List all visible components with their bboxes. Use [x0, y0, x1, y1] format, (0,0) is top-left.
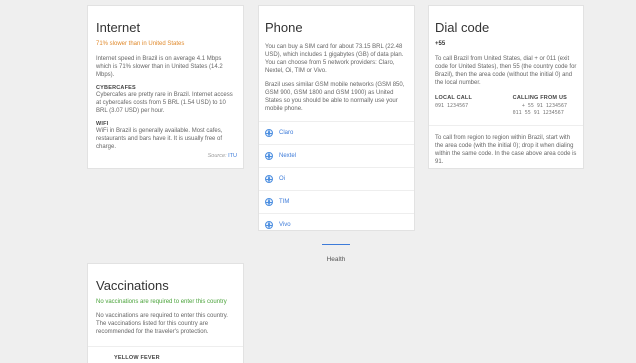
cybercafes-text: Cybercafes are pretty rare in Brazil. In…: [96, 92, 233, 114]
provider-nextel[interactable]: Nextel: [259, 144, 414, 167]
provider-name: TIM: [279, 199, 290, 205]
divider: [429, 125, 583, 126]
active-tab-indicator: [322, 244, 350, 245]
dial-examples: LOCAL CALL 091 1234567 CALLING FROM US +…: [435, 95, 577, 117]
vaccinations-text: No vaccinations are required to enter th…: [96, 313, 228, 335]
tab-health-label: Health: [326, 256, 346, 263]
country-dial-code: +55: [435, 41, 446, 47]
calling-from-us-number-1: + 55 91 1234567: [521, 103, 567, 109]
local-call-label: LOCAL CALL: [435, 95, 473, 101]
source-note: Source: ITU: [208, 153, 237, 159]
provider-name: Claro: [279, 130, 294, 136]
internet-title: Internet: [96, 20, 141, 35]
phone-card: Phone You can buy a SIM card for about 7…: [258, 5, 415, 231]
local-call-number: 091 1234567: [435, 103, 469, 109]
divider: [88, 346, 243, 347]
region-dial-instructions: To call from region to region within Bra…: [435, 135, 577, 165]
provider-name: Vivo: [279, 222, 291, 228]
vaccinations-requirement: No vaccinations are required to enter th…: [96, 299, 227, 305]
wifi-text: WiFi in Brazil is generally available. M…: [96, 128, 223, 150]
phone-gsm-text: Brazil uses similar GSM mobile networks …: [265, 82, 405, 112]
source-prefix: Source:: [207, 153, 227, 159]
provider-name: Nextel: [279, 153, 297, 159]
calling-from-us-label: CALLING FROM US: [512, 95, 567, 101]
provider-tim[interactable]: TIM: [259, 190, 414, 213]
phone-title: Phone: [265, 20, 303, 35]
globe-icon: [265, 198, 273, 206]
dial-code-title: Dial code: [435, 20, 490, 35]
provider-claro[interactable]: Claro: [259, 121, 414, 144]
provider-name: Oi: [279, 176, 285, 182]
source-link-itu[interactable]: ITU: [228, 153, 237, 159]
dial-instructions: To call Brazil from United States, dial …: [435, 56, 577, 86]
calling-from-us-column: CALLING FROM US + 55 91 1234567 011 55 9…: [513, 95, 567, 117]
globe-icon: [265, 221, 273, 229]
local-call-column: LOCAL CALL 091 1234567: [435, 95, 472, 117]
vaccinations-title: Vaccinations: [96, 278, 169, 293]
internet-speed-comparison: 71% slower than in United States: [96, 41, 185, 47]
yellow-fever-label[interactable]: YELLOW FEVER: [96, 355, 235, 361]
internet-card: Internet 71% slower than in United State…: [87, 5, 244, 169]
dial-code-card: Dial code +55 To call Brazil from United…: [428, 5, 584, 169]
globe-icon: [265, 152, 273, 160]
internet-speed-text: Internet speed in Brazil is on average 4…: [96, 56, 223, 78]
provider-oi[interactable]: Oi: [259, 167, 414, 190]
provider-list: Claro Nextel Oi TIM Vivo: [259, 121, 414, 236]
tab-health[interactable]: Health: [322, 244, 350, 266]
calling-from-us-number-2: 011 55 91 1234567: [512, 110, 564, 116]
phone-sim-text: You can buy a SIM card for about 73.15 B…: [265, 44, 404, 74]
globe-icon: [265, 175, 273, 183]
vaccinations-card: Vaccinations No vaccinations are require…: [87, 263, 244, 363]
provider-vivo[interactable]: Vivo: [259, 213, 414, 236]
globe-icon: [265, 129, 273, 137]
